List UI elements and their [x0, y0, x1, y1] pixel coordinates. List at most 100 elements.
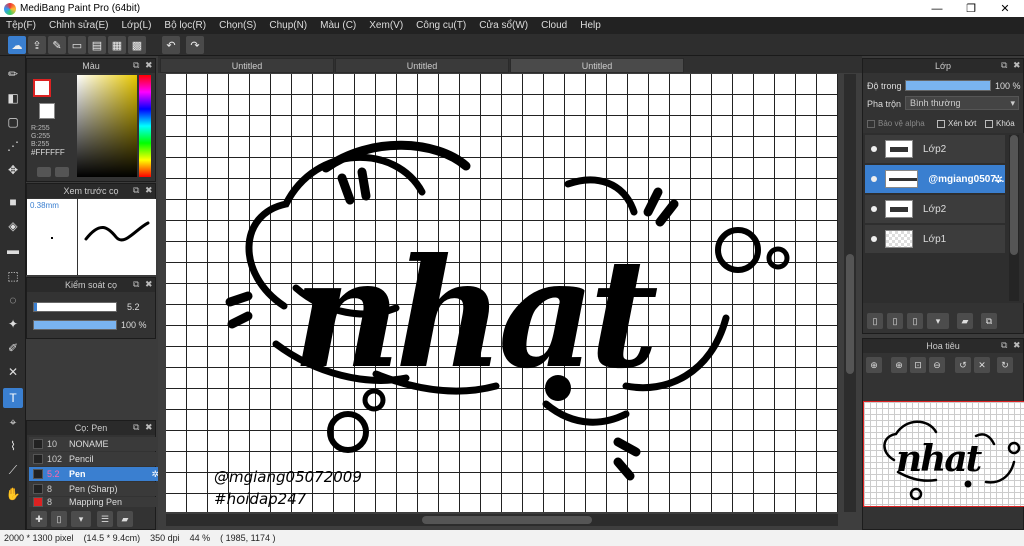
- brush-item[interactable]: 8 Pen (Sharp): [29, 482, 163, 496]
- layer-list-scrollbar[interactable]: [1009, 135, 1019, 301]
- alpha-lock-checkbox[interactable]: [867, 119, 875, 128]
- eyedropper-tool-icon[interactable]: ⌇: [3, 436, 23, 456]
- page-icon[interactable]: ▤: [88, 36, 106, 54]
- layer-item-active[interactable]: @mgiang0507... ✲: [865, 165, 1005, 193]
- close-panel-icon[interactable]: ✖: [145, 185, 153, 196]
- blend-mode-select[interactable]: Bình thường ▾: [905, 96, 1019, 110]
- zoom-in-icon[interactable]: ⊕: [866, 357, 882, 373]
- text-tool-icon[interactable]: T: [3, 388, 23, 408]
- rotate-left-icon[interactable]: ↺: [955, 357, 971, 373]
- visibility-eye-icon[interactable]: [871, 236, 877, 242]
- rotate-right-icon[interactable]: ↻: [997, 357, 1013, 373]
- zoom-in-small-icon[interactable]: ⊕: [891, 357, 907, 373]
- select-eraser-tool-icon[interactable]: ✕: [3, 362, 23, 382]
- new-halftone-layer-icon[interactable]: ▯: [887, 313, 903, 329]
- divide-tool-icon[interactable]: ⟋: [3, 460, 23, 480]
- visibility-eye-icon[interactable]: [871, 176, 877, 182]
- brush-size-slider[interactable]: [33, 302, 117, 312]
- close-panel-icon[interactable]: ✖: [145, 60, 153, 71]
- popout-icon[interactable]: ⧉: [133, 60, 139, 71]
- redo-button[interactable]: ↷: [186, 36, 204, 54]
- brush-settings-icon[interactable]: ☰: [97, 511, 113, 527]
- drawing-canvas[interactable]: nhat @mgiang05072009 #hoidap247: [166, 74, 838, 512]
- menu-edit[interactable]: Chỉnh sửa(E): [49, 20, 109, 31]
- menu-layer[interactable]: Lớp(L): [122, 20, 152, 31]
- select-tool-icon[interactable]: ⬚: [3, 266, 23, 286]
- layer-item[interactable]: Lớp2: [865, 195, 1005, 223]
- bucket-tool-icon[interactable]: ◈: [3, 216, 23, 236]
- layout-icon[interactable]: ▦: [108, 36, 126, 54]
- background-color-swatch[interactable]: [39, 103, 55, 119]
- brush-opacity-slider[interactable]: [33, 320, 117, 330]
- tab-untitled-1[interactable]: Untitled: [160, 58, 334, 73]
- menu-color[interactable]: Màu (C): [320, 20, 356, 31]
- menu-cloud[interactable]: Cloud: [541, 20, 567, 31]
- add-brush-icon[interactable]: ✚: [31, 511, 47, 527]
- close-panel-icon[interactable]: ✖: [1013, 340, 1021, 351]
- menu-select[interactable]: Chọn(S): [219, 20, 256, 31]
- navigator-preview[interactable]: nhat: [863, 401, 1024, 507]
- menu-help[interactable]: Help: [580, 20, 601, 31]
- popout-icon[interactable]: ⧉: [133, 185, 139, 196]
- brush-menu-icon[interactable]: ▾: [71, 511, 91, 527]
- saturation-value-picker[interactable]: [77, 75, 137, 177]
- popout-icon[interactable]: ⧉: [1001, 340, 1007, 351]
- brush-item[interactable]: 102 Pencil: [29, 452, 163, 466]
- magic-wand-tool-icon[interactable]: ✦: [3, 314, 23, 334]
- menu-window[interactable]: Cửa sổ(W): [479, 20, 528, 31]
- rect-select-tool-icon[interactable]: ▢: [3, 112, 23, 132]
- popout-icon[interactable]: ⧉: [133, 279, 139, 290]
- visibility-eye-icon[interactable]: [871, 206, 877, 212]
- layer-item[interactable]: Lớp1: [865, 225, 1005, 253]
- close-button[interactable]: ✕: [988, 0, 1022, 17]
- menu-tools[interactable]: Công cụ(T): [416, 20, 466, 31]
- operation-tool-icon[interactable]: ⌖: [3, 412, 23, 432]
- foreground-color-swatch[interactable]: [33, 79, 51, 97]
- dot-tool-icon[interactable]: ⋰: [3, 136, 23, 156]
- layer-opacity-slider[interactable]: [905, 80, 991, 91]
- comment-icon[interactable]: ✎: [48, 36, 66, 54]
- hue-slider[interactable]: [139, 75, 151, 177]
- canvas-horizontal-scrollbar[interactable]: [166, 514, 838, 526]
- tab-untitled-3[interactable]: Untitled: [510, 58, 684, 73]
- gradient-tool-icon[interactable]: ▬: [3, 240, 23, 260]
- maximize-button[interactable]: ❐: [954, 0, 988, 17]
- chat-icon[interactable]: ▭: [68, 36, 86, 54]
- layer-folder-icon[interactable]: ▰: [957, 313, 973, 329]
- color-swap-button[interactable]: [55, 167, 69, 177]
- zoom-out-icon[interactable]: ⊖: [929, 357, 945, 373]
- brush-folder-icon[interactable]: ▰: [117, 511, 133, 527]
- move-tool-icon[interactable]: ✥: [3, 160, 23, 180]
- fill-rect-tool-icon[interactable]: ■: [3, 192, 23, 212]
- vertical-scroll-thumb[interactable]: [846, 254, 854, 374]
- color-mode-button[interactable]: [37, 167, 51, 177]
- tab-untitled-2[interactable]: Untitled: [335, 58, 509, 73]
- grid-icon[interactable]: ▩: [128, 36, 146, 54]
- select-pen-tool-icon[interactable]: ✐: [3, 338, 23, 358]
- settings-gear-icon[interactable]: ✲: [994, 173, 1003, 186]
- close-panel-icon[interactable]: ✖: [145, 422, 153, 433]
- layer-item[interactable]: Lớp2: [865, 135, 1005, 163]
- new-brush-icon[interactable]: ▯: [51, 511, 67, 527]
- canvas-vertical-scrollbar[interactable]: [844, 74, 856, 512]
- brush-item[interactable]: 8 Mapping Pen: [29, 497, 163, 507]
- reset-view-icon[interactable]: ✕: [974, 357, 990, 373]
- minimize-button[interactable]: —: [920, 0, 954, 17]
- menu-snap[interactable]: Chụp(N): [269, 20, 307, 31]
- lasso-tool-icon[interactable]: ◌: [3, 290, 23, 310]
- popout-icon[interactable]: ⧉: [1001, 60, 1007, 71]
- share-icon[interactable]: ⇪: [28, 36, 46, 54]
- eraser-tool-icon[interactable]: ◧: [3, 88, 23, 108]
- new-8bit-layer-icon[interactable]: ▯: [907, 313, 923, 329]
- fit-icon[interactable]: ⊡: [910, 357, 926, 373]
- clip-checkbox[interactable]: [937, 119, 945, 128]
- menu-view[interactable]: Xem(V): [369, 20, 403, 31]
- menu-file[interactable]: Tệp(F): [6, 20, 36, 31]
- horizontal-scroll-thumb[interactable]: [422, 516, 592, 524]
- hand-tool-icon[interactable]: ✋: [3, 484, 23, 504]
- close-panel-icon[interactable]: ✖: [1013, 60, 1021, 71]
- brush-item[interactable]: 10 NONAME: [29, 437, 163, 451]
- undo-button[interactable]: ↶: [162, 36, 180, 54]
- layer-menu-icon[interactable]: ▾: [927, 313, 949, 329]
- duplicate-layer-icon[interactable]: ⧉: [981, 313, 997, 329]
